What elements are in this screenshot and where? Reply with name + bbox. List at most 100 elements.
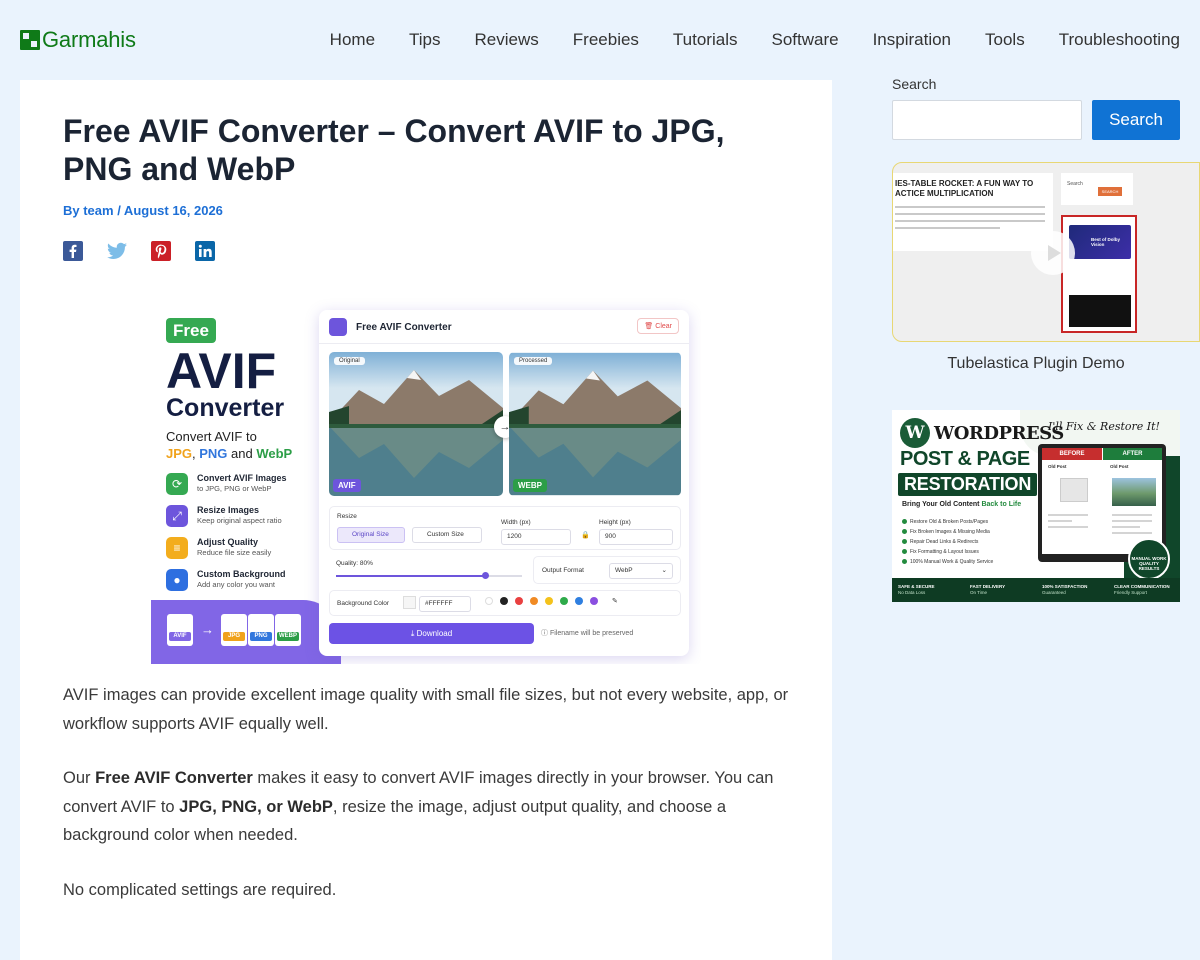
hero-tagline: Convert AVIF to JPG, PNG and WebP	[166, 428, 326, 462]
feature-title: Custom Background	[197, 569, 286, 579]
color-swatch	[530, 597, 538, 605]
hero-headline-converter: Converter	[166, 394, 285, 422]
search-label: Search	[892, 76, 937, 92]
list-item: 100% Manual Work & Quality Service	[902, 557, 1032, 567]
after-label: AFTER	[1103, 448, 1162, 460]
paragraph: AVIF images can provide excellent image …	[63, 686, 789, 733]
nav-software[interactable]: Software	[771, 28, 838, 52]
format-band: AVIF → JPG PNG WEBP	[151, 600, 341, 664]
paragraph: No complicated settings are required.	[63, 880, 337, 899]
search-button[interactable]: Search	[1092, 100, 1180, 140]
demo-post-card: IES-TABLE ROCKET: A FUN WAY TO ACTICE MU…	[893, 173, 1053, 251]
plugin-demo-thumbnail[interactable]: IES-TABLE ROCKET: A FUN WAY TO ACTICE MU…	[892, 162, 1200, 342]
width-input: 1200	[501, 529, 571, 545]
nav-tools[interactable]: Tools	[985, 28, 1025, 52]
promo-wordpress: WORDPRESS	[934, 423, 1064, 444]
quality-label: Quality: 80%	[336, 560, 373, 567]
output-format-label: Output Format	[542, 567, 584, 574]
output-format-select: WebP ⌄	[609, 563, 673, 579]
lock-icon: 🔒	[581, 532, 590, 539]
demo-text-lines	[895, 206, 1045, 234]
article-title: Free AVIF Converter – Convert AVIF to JP…	[63, 113, 725, 187]
nav-reviews[interactable]: Reviews	[475, 28, 539, 52]
tagline-webp: WebP	[256, 446, 293, 461]
paragraph: Our Free AVIF Converter makes it easy to…	[63, 769, 774, 844]
info-icon: ⓘ	[541, 630, 548, 637]
nav-home[interactable]: Home	[330, 28, 375, 52]
feature-sub: Add any color you want	[197, 580, 275, 589]
eyedropper-icon: ✎	[612, 598, 618, 605]
linkedin-icon[interactable]	[195, 241, 215, 261]
bold-text: Free AVIF Converter	[95, 769, 253, 787]
feature-sub: to JPG, PNG or WebP	[197, 484, 272, 493]
demo-ad-video	[1069, 295, 1131, 327]
share-bar	[63, 241, 239, 261]
old-post-label: Old Post	[1048, 464, 1067, 469]
tagline-jpg: JPG	[166, 446, 193, 461]
nav-troubleshooting[interactable]: Troubleshooting	[1059, 28, 1180, 52]
color-swatch	[545, 597, 553, 605]
site-header: Garmahis Home Tips Reviews Freebies Tuto…	[0, 0, 1200, 80]
chevron-down-icon: ⌄	[661, 567, 667, 574]
plugin-demo-caption[interactable]: Tubelastica Plugin Demo	[892, 355, 1180, 373]
original-label: Original	[334, 357, 365, 365]
search-input[interactable]	[892, 100, 1082, 140]
download-icon: ⤓	[410, 629, 415, 638]
nav-tips[interactable]: Tips	[409, 28, 441, 52]
text-lines	[1112, 514, 1152, 538]
thumbs-up-icon-item: 100% SATISFACTION Guaranteed	[1042, 584, 1088, 595]
nav-inspiration[interactable]: Inspiration	[873, 28, 951, 52]
divider	[319, 343, 689, 344]
demo-ad-banner: Best of Dolby Vision	[1069, 225, 1131, 259]
original-preview: Original AVIF	[329, 352, 503, 496]
free-badge: Free	[166, 318, 216, 343]
color-swatch	[515, 597, 523, 605]
play-icon[interactable]	[1031, 231, 1075, 275]
article-card: Free AVIF Converter – Convert AVIF to JP…	[20, 80, 832, 960]
shield-icon-item: SAFE & SECURE No Data Loss	[898, 584, 935, 595]
promo-benefits: Restore Old & Broken Posts/Pages Fix Bro…	[902, 517, 1032, 567]
old-post-label: Old Post	[1110, 464, 1129, 469]
demo-search-widget: Search SEARCH	[1061, 173, 1133, 205]
pinterest-icon[interactable]	[151, 241, 171, 261]
height-input: 900	[599, 529, 673, 545]
quality-slider-fill	[336, 575, 485, 577]
broken-image-icon	[1060, 478, 1088, 502]
processed-label: Processed	[514, 357, 553, 365]
panel-title: Free AVIF Converter	[356, 321, 452, 333]
facebook-icon[interactable]	[63, 241, 83, 261]
color-swatch	[560, 597, 568, 605]
promo-headline-1: POST & PAGE	[900, 448, 1030, 470]
background-color-input: #FFFFFF	[419, 596, 471, 612]
download-button: ⤓ Download	[329, 623, 534, 644]
arrow-right-icon: →	[201, 622, 214, 637]
feature-item: ⤢ Resize Images Keep original aspect rati…	[166, 505, 321, 529]
background-color-label: Background Color	[337, 600, 390, 607]
feature-item: ⟳ Convert AVIF Images to JPG, PNG or WebP	[166, 473, 321, 497]
promo-subtitle: Bring Your Old Content Back to Life	[902, 501, 1022, 508]
nav-freebies[interactable]: Freebies	[573, 28, 639, 52]
hero-headline-avif: AVIF	[166, 343, 277, 399]
color-swatch	[575, 597, 583, 605]
featured-image: Free AVIF Converter Convert AVIF to JPG,…	[151, 298, 701, 664]
list-item: Restore Old & Broken Posts/Pages	[902, 517, 1032, 527]
promo-footer: SAFE & SECURE No Data Loss FAST DELIVERY O…	[892, 578, 1180, 602]
quality-seal: MANUAL WORK QUALITY RESULTS	[1128, 538, 1170, 580]
nav-tutorials[interactable]: Tutorials	[673, 28, 738, 52]
resize-label: Resize	[337, 513, 357, 520]
quality-box: Quality: 80%	[329, 556, 529, 584]
site-logo[interactable]: Garmahis	[20, 27, 136, 52]
list-item: Fix Formatting & Layout Issues	[902, 547, 1032, 557]
twitter-icon[interactable]	[107, 241, 127, 261]
logo-mark-icon	[20, 30, 40, 50]
height-label: Height (px)	[599, 519, 631, 526]
original-size-button: Original Size	[337, 527, 405, 543]
width-label: Width (px)	[501, 519, 531, 526]
file-jpg-icon: JPG	[221, 614, 247, 646]
before-label: BEFORE	[1042, 448, 1102, 460]
feature-title: Adjust Quality	[197, 537, 259, 547]
feature-sub: Reduce file size easily	[197, 548, 272, 557]
demo-post-title: IES-TABLE ROCKET: A FUN WAY TO ACTICE MU…	[895, 179, 1034, 198]
article-meta[interactable]: By team / August 16, 2026	[63, 203, 223, 218]
restoration-promo-banner[interactable]: W WORDPRESS POST & PAGE RESTORATION Brin…	[892, 410, 1180, 602]
